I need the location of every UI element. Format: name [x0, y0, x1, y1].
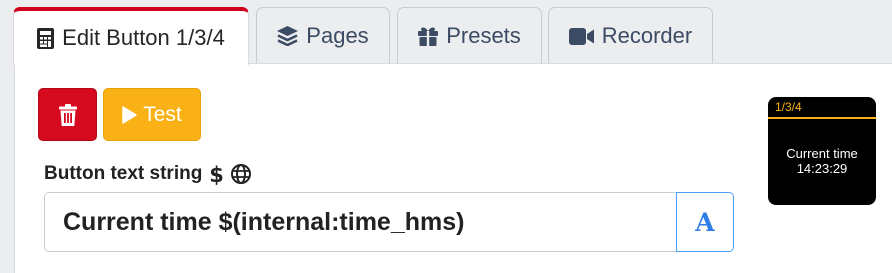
svg-text:$: $ [210, 163, 223, 186]
dollar-sign-icon: $ [210, 163, 223, 186]
video-camera-icon [568, 27, 594, 45]
tab-label: Edit Button 1/3/4 [62, 25, 225, 50]
tab-label: Pages [306, 23, 369, 48]
tab-pages[interactable]: Pages [256, 7, 390, 64]
tab-bar: Edit Button 1/3/4 Pages Presets Recorder [0, 0, 892, 65]
field-label: Button text string [44, 163, 203, 184]
trash-icon [58, 103, 77, 126]
preview-text: Current time 14:23:29 [786, 146, 858, 176]
gift-icon [418, 27, 439, 46]
layers-icon [277, 26, 299, 46]
button-text-input[interactable]: Current time $(internal:time_hms) [44, 192, 677, 252]
font-settings-button[interactable]: A [676, 192, 734, 252]
preview-divider [768, 117, 876, 119]
tab-edit-button[interactable]: Edit Button 1/3/4 [13, 7, 249, 65]
tab-label: Recorder [601, 23, 693, 48]
test-button[interactable]: Test [103, 88, 201, 141]
globe-icon [231, 164, 252, 184]
field-label-row: Button text string $ [44, 160, 252, 188]
tab-presets[interactable]: Presets [397, 7, 542, 64]
button-preview: 1/3/4 Current time 14:23:29 [768, 97, 876, 205]
font-icon: A [695, 207, 715, 237]
play-icon [122, 105, 137, 124]
preview-bank-label: 1/3/4 [775, 100, 802, 114]
tab-recorder[interactable]: Recorder [548, 7, 713, 64]
button-text-value: Current time $(internal:time_hms) [63, 207, 465, 236]
calculator-icon [37, 27, 55, 49]
delete-button[interactable] [38, 88, 97, 141]
test-button-label: Test [143, 102, 182, 126]
tab-label: Presets [446, 23, 521, 48]
